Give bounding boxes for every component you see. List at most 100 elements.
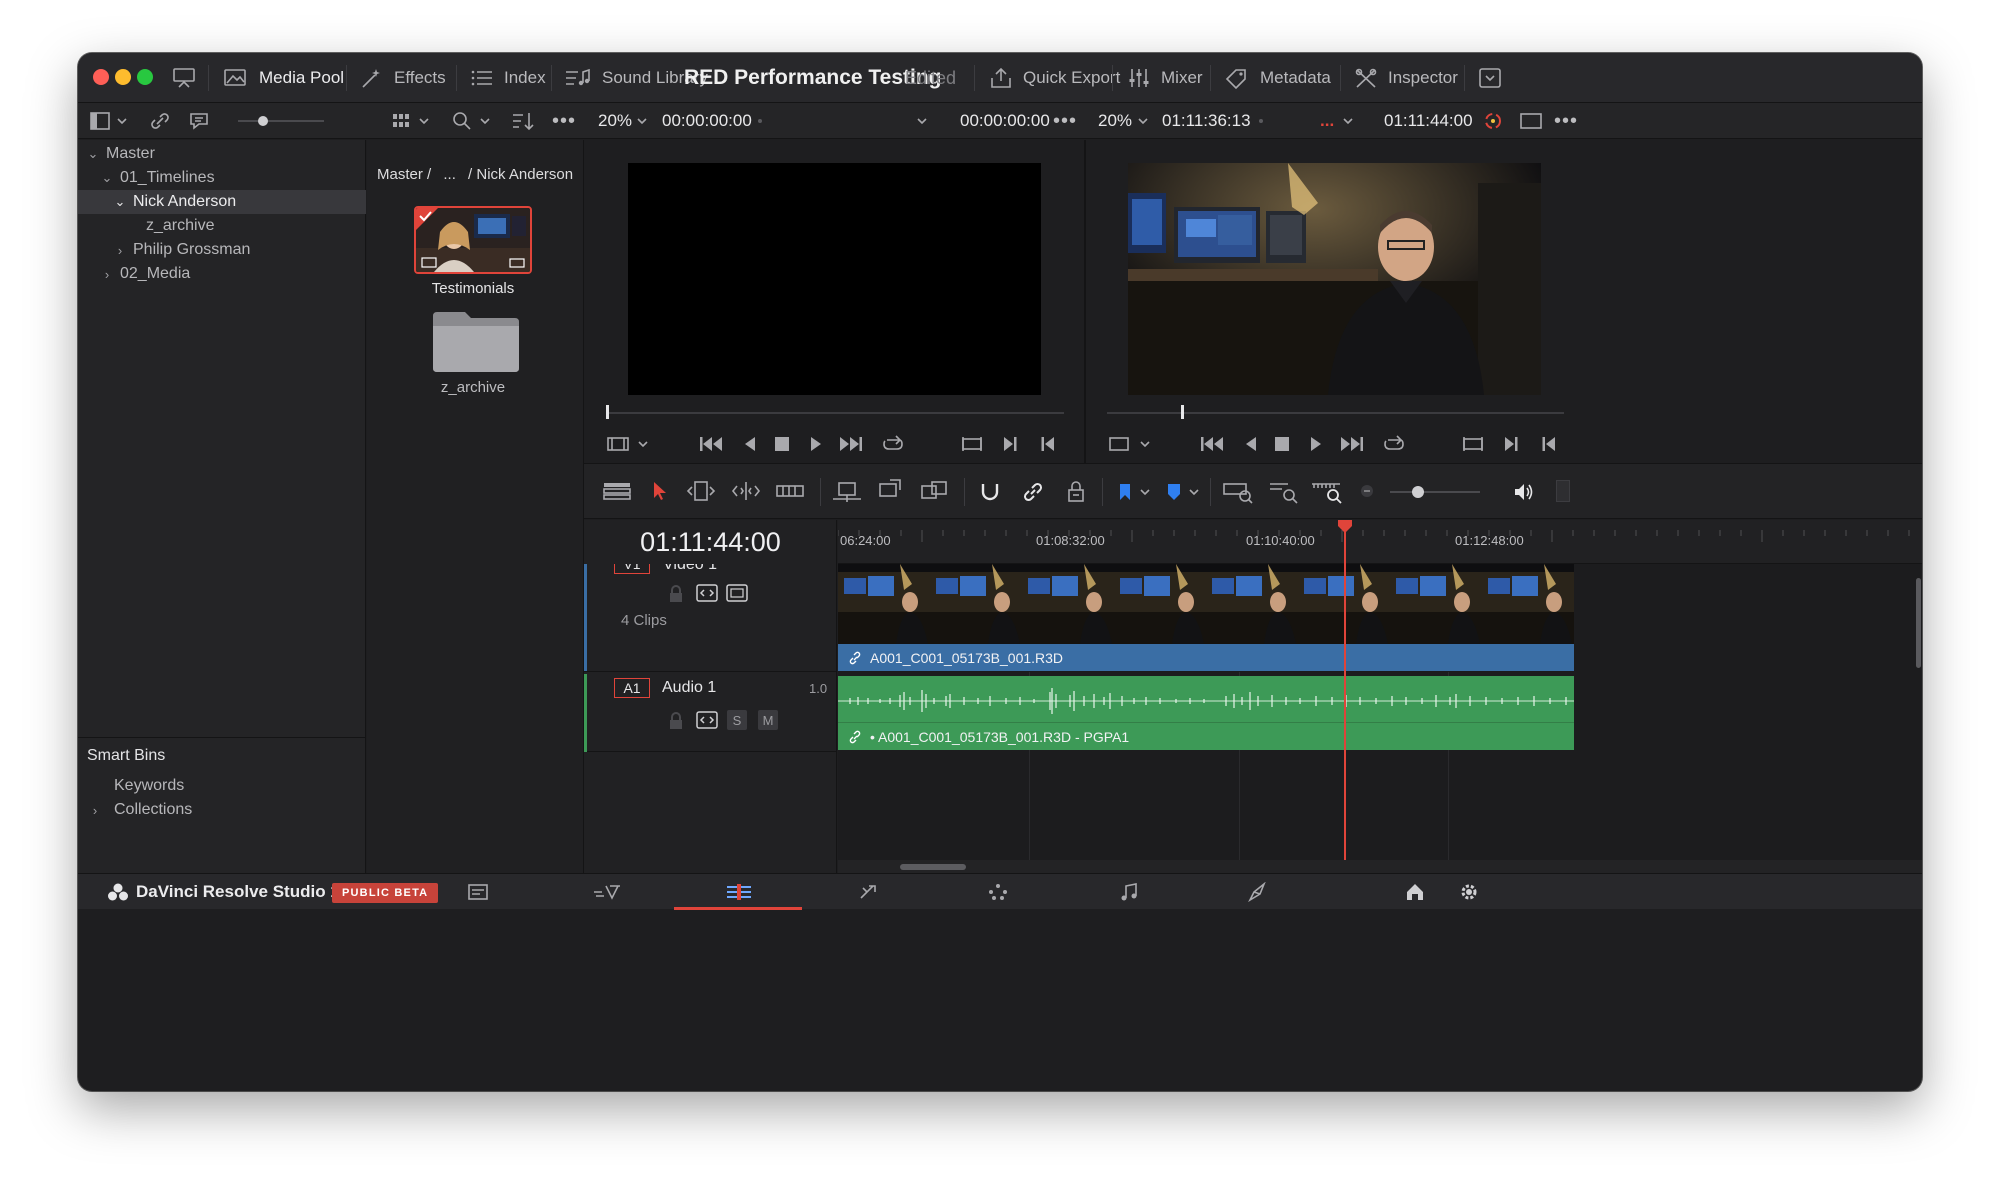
chevron-right-icon[interactable]: › (88, 803, 102, 818)
chevron-down-icon[interactable] (418, 115, 430, 127)
skip-to-start-icon[interactable] (1199, 434, 1225, 454)
timeline-options-icon[interactable] (602, 480, 632, 502)
video-track-name[interactable]: Video 1 (663, 564, 717, 574)
smart-bin-keywords[interactable]: Keywords (78, 774, 366, 798)
home-icon[interactable] (1404, 882, 1426, 902)
loop-icon[interactable] (881, 434, 905, 454)
timeline-display-icon[interactable] (1107, 434, 1131, 454)
timeline-scrubber-track[interactable] (1107, 412, 1564, 414)
sort-icon[interactable] (511, 110, 535, 132)
color-page-icon[interactable] (986, 882, 1010, 902)
breadcrumb-ellipsis[interactable]: ... (443, 166, 456, 183)
replace-clip-icon[interactable] (918, 480, 950, 504)
timeline-timecode-display[interactable]: 01:11:44:00 (584, 520, 837, 564)
source-viewer-canvas[interactable] (628, 163, 1041, 395)
source-scrubber-track[interactable] (607, 412, 1064, 414)
index-button[interactable]: Index (470, 53, 546, 103)
audio-clip[interactable]: • A001_C001_05173B_001.R3D - PGPA1 (838, 676, 1574, 750)
insert-clip-icon[interactable] (831, 480, 863, 504)
inspector-button[interactable]: Inspector (1354, 53, 1458, 103)
bin-02-media[interactable]: › 02_Media (78, 262, 366, 286)
chevron-down-icon[interactable]: ⌄ (113, 194, 127, 210)
play-icon[interactable] (806, 434, 826, 454)
color-wheel-icon[interactable] (1482, 110, 1504, 132)
zoom-detail-icon[interactable] (1268, 480, 1300, 504)
zoom-custom-icon[interactable] (1310, 480, 1344, 504)
lock-track-icon[interactable] (668, 712, 684, 730)
chevron-down-icon[interactable] (1342, 115, 1354, 127)
maximize-window-button[interactable] (137, 69, 153, 85)
audio-clip-label-bar[interactable]: • A001_C001_05173B_001.R3D - PGPA1 (838, 724, 1574, 750)
clip-display-icon[interactable] (606, 434, 630, 454)
skip-to-end-icon[interactable] (1339, 434, 1365, 454)
timeline-ruler[interactable]: 06:24:00 01:08:32:00 01:10:40:00 01:12:4… (838, 520, 1922, 564)
timeline-vertical-scrollbar[interactable] (1916, 578, 1921, 668)
auto-track-select-icon[interactable] (696, 584, 718, 602)
breadcrumb-master[interactable]: Master / (377, 166, 431, 183)
timeline-horizontal-scrollbar[interactable] (900, 864, 966, 870)
mark-in-icon[interactable] (1038, 434, 1058, 454)
metadata-button[interactable]: Metadata (1224, 53, 1331, 103)
unlink-icon[interactable] (149, 110, 171, 132)
timeline-playhead[interactable] (1344, 520, 1346, 860)
video-clip[interactable]: A001_C001_05173B_001.R3D (838, 564, 1574, 672)
bin-philip-grossman[interactable]: › Philip Grossman (78, 238, 366, 262)
chevron-down-icon[interactable] (116, 115, 128, 127)
source-zoom-level[interactable]: 20% (598, 103, 632, 139)
play-reverse-icon[interactable] (1241, 434, 1261, 454)
source-timecode-in[interactable]: 00:00:00:00 (662, 103, 752, 139)
viewer-mode-icon[interactable] (1519, 111, 1543, 131)
timeline-thumbnail-testimonials[interactable] (414, 206, 532, 274)
deliver-page-icon[interactable] (1246, 882, 1270, 902)
effects-button[interactable]: Effects (360, 53, 446, 103)
audio-track-id[interactable]: A1 (614, 678, 650, 698)
timeline-viewer-more-icon[interactable]: ••• (1554, 103, 1578, 139)
mark-in-icon[interactable] (1539, 434, 1559, 454)
chevron-down-icon[interactable] (637, 438, 649, 450)
chevron-down-icon[interactable] (1137, 115, 1149, 127)
chevron-down-icon[interactable] (479, 115, 491, 127)
marker-icon[interactable] (1166, 482, 1182, 502)
close-window-button[interactable] (93, 69, 109, 85)
chevron-right-icon[interactable]: › (100, 267, 114, 282)
bin-master[interactable]: ⌄ Master (78, 142, 366, 166)
media-pool-button[interactable]: Media Pool (223, 53, 344, 103)
collapse-panels-button[interactable] (1478, 53, 1502, 103)
workspace-layout-button[interactable] (172, 53, 196, 103)
video-clip-label-bar[interactable]: A001_C001_05173B_001.R3D (838, 644, 1574, 671)
audio-track-name[interactable]: Audio 1 (662, 679, 716, 697)
selection-arrow-icon[interactable] (650, 480, 670, 502)
loop-icon[interactable] (1382, 434, 1406, 454)
chevron-down-icon[interactable] (916, 115, 928, 127)
more-options-icon[interactable]: ••• (552, 103, 576, 139)
timeline-name-ellipsis[interactable]: ... (1320, 103, 1334, 139)
edit-page-tab[interactable] (674, 874, 802, 910)
grid-view-icon[interactable] (391, 111, 411, 131)
timeline-viewer-canvas[interactable] (1128, 163, 1541, 395)
smart-bin-collections[interactable]: › Collections (78, 798, 366, 822)
chevron-down-icon[interactable] (1188, 486, 1200, 498)
chevron-down-icon[interactable]: ⌄ (86, 146, 100, 162)
source-timecode-out[interactable]: 00:00:00:00 (960, 103, 1050, 139)
volume-icon[interactable] (1512, 481, 1536, 503)
solo-button[interactable]: S (727, 710, 747, 730)
bin-01-timelines[interactable]: ⌄ 01_Timelines (78, 166, 366, 190)
zoom-out-icon[interactable] (1360, 484, 1374, 498)
gear-icon[interactable] (1458, 882, 1480, 902)
overwrite-clip-icon[interactable] (876, 478, 904, 502)
dynamic-trim-icon[interactable] (730, 480, 762, 502)
bin-folder-z-archive[interactable] (431, 310, 521, 379)
video-track-id[interactable]: V1 (614, 564, 650, 574)
bin-z-archive[interactable]: z_archive (78, 214, 366, 238)
timeline-timecode[interactable]: 01:11:44:00 (1384, 103, 1473, 139)
match-frame-icon[interactable] (1461, 434, 1485, 454)
stop-icon[interactable] (772, 434, 792, 454)
snapping-magnet-icon[interactable] (978, 480, 1002, 504)
chevron-down-icon[interactable]: ⌄ (100, 170, 114, 186)
playhead-handle-icon[interactable] (1336, 520, 1354, 534)
flag-icon[interactable] (1117, 482, 1133, 502)
timeline-zoom-level[interactable]: 20% (1098, 103, 1132, 139)
trim-edit-icon[interactable] (685, 480, 717, 502)
position-lock-icon[interactable] (1064, 480, 1088, 504)
auto-track-select-icon[interactable] (696, 711, 718, 729)
